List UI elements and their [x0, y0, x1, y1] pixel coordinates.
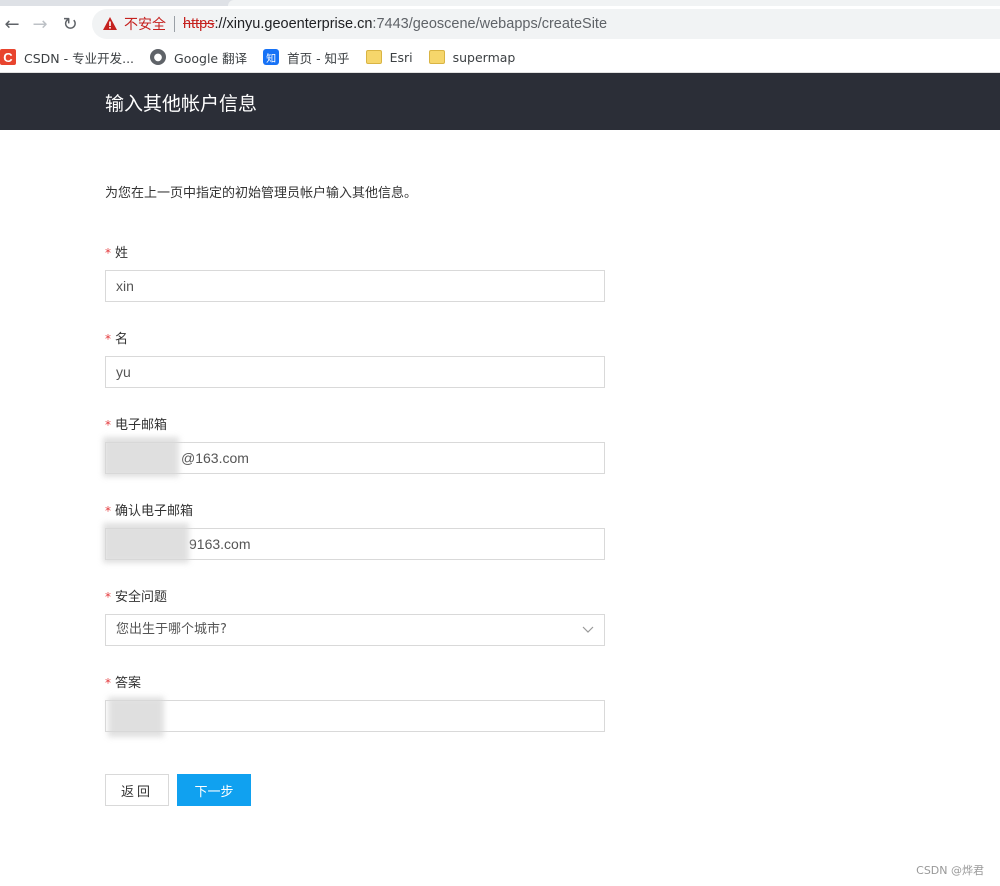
required-mark: * [105, 676, 111, 690]
field-label: * 名 [105, 330, 605, 348]
bookmark-label: supermap [452, 49, 516, 65]
bookmarks-bar: C CSDN - 专业开发... ● Google 翻译 知 首页 - 知乎 E… [0, 42, 1000, 73]
url-path: :7443/geoscene/webapps/createSite [372, 16, 608, 32]
answer-input[interactable] [105, 700, 605, 732]
bookmark-label: Esri [389, 49, 413, 65]
last-name-input[interactable]: xin [105, 270, 605, 302]
url-scheme: https [183, 16, 215, 32]
redacted-blur [103, 437, 179, 477]
field-label: * 答案 [105, 674, 605, 692]
required-mark: * [105, 246, 111, 260]
watermark: CSDN @烨君 [916, 864, 984, 877]
address-bar[interactable]: 不安全 https://xinyu.geoenterprise.cn:7443/… [92, 9, 1000, 39]
last-name-label: 姓 [115, 246, 129, 261]
globe-icon: ● [150, 49, 167, 65]
back-arrow-icon[interactable]: ← [0, 12, 24, 36]
required-mark: * [105, 332, 111, 346]
email-field: * 电子邮箱 @163.com [105, 416, 605, 474]
chevron-down-icon [582, 615, 594, 656]
redacted-blur [108, 697, 164, 737]
bookmark-label: CSDN - 专业开发... [24, 50, 135, 66]
email-label: 电子邮箱 [115, 418, 168, 433]
email-value: @163.com [181, 450, 249, 466]
last-name-field: * 姓 xin [105, 244, 605, 302]
folder-icon [428, 50, 445, 64]
field-label: * 安全问题 [105, 588, 605, 606]
zhihu-icon: 知 [263, 49, 280, 65]
security-question-field: * 安全问题 您出生于哪个城市? [105, 588, 605, 646]
answer-field: * 答案 [105, 674, 605, 732]
answer-label: 答案 [115, 676, 142, 691]
bookmark-label: 首页 - 知乎 [287, 50, 350, 66]
required-mark: * [105, 590, 111, 604]
confirm-email-value: 9163.com [189, 536, 251, 552]
warning-icon[interactable] [102, 16, 118, 32]
omnibox-separator [174, 16, 175, 32]
bookmark-esri[interactable]: Esri [365, 49, 413, 65]
forward-arrow-icon[interactable]: → [28, 12, 52, 36]
security-question-label: 安全问题 [115, 590, 168, 605]
reload-icon[interactable]: ↻ [58, 12, 82, 36]
first-name-field: * 名 yu [105, 330, 605, 388]
security-question-select[interactable]: 您出生于哪个城市? [105, 614, 605, 646]
intro-text: 为您在上一页中指定的初始管理员帐户输入其他信息。 [105, 186, 418, 201]
field-label: * 姓 [105, 244, 605, 262]
first-name-input[interactable]: yu [105, 356, 605, 388]
back-button[interactable]: 返回 [105, 774, 169, 806]
redacted-blur [103, 523, 189, 563]
browser-toolbar: ← → ↻ 不安全 https://xinyu.geoenterprise.cn… [0, 6, 1000, 42]
folder-icon [365, 50, 382, 64]
bookmark-zhihu[interactable]: 知 首页 - 知乎 [263, 48, 350, 67]
field-label: * 确认电子邮箱 [105, 502, 605, 520]
selected-question: 您出生于哪个城市? [116, 622, 227, 637]
required-mark: * [105, 504, 111, 518]
bookmark-supermap[interactable]: supermap [428, 49, 516, 65]
csdn-icon: C [0, 49, 16, 65]
field-label: * 电子邮箱 [105, 416, 605, 434]
confirm-email-label: 确认电子邮箱 [115, 504, 194, 519]
next-button[interactable]: 下一步 [177, 774, 251, 806]
bookmark-label: Google 翻译 [174, 50, 248, 66]
email-input[interactable]: @163.com [105, 442, 605, 474]
page-header: 输入其他帐户信息 [0, 73, 1000, 130]
required-mark: * [105, 418, 111, 432]
url-text[interactable]: https://xinyu.geoenterprise.cn:7443/geos… [183, 16, 607, 32]
url-host: ://xinyu.geoenterprise.cn [214, 16, 373, 32]
insecure-label[interactable]: 不安全 [124, 14, 166, 34]
bookmark-google-translate[interactable]: ● Google 翻译 [150, 48, 247, 67]
first-name-label: 名 [115, 332, 129, 347]
bookmark-csdn[interactable]: C CSDN - 专业开发... [0, 48, 134, 67]
page-title: 输入其他帐户信息 [105, 93, 258, 115]
